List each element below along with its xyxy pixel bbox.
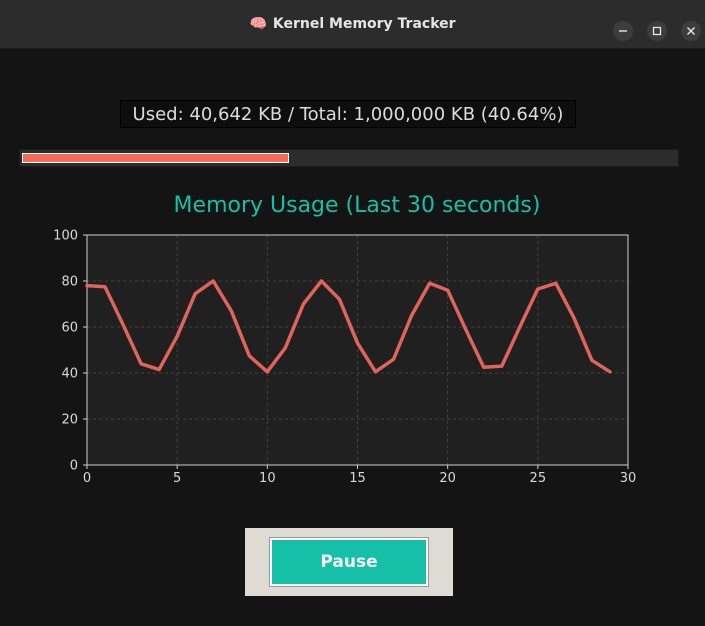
memory-chart: Memory Usage (Last 30 seconds) 0 5 10 15 20 2… [0, 185, 705, 495]
maximize-button[interactable] [647, 21, 667, 41]
x-tick-label: 0 [83, 471, 91, 486]
memory-usage-label: Used: 40,642 KB / Total: 1,000,000 KB (4… [120, 100, 576, 128]
x-tick-label: 10 [259, 471, 276, 486]
memory-chart-svg: Memory Usage (Last 30 seconds) 0 5 10 15 20 2… [53, 193, 636, 486]
y-tick-label: 100 [53, 229, 78, 244]
y-tick-label: 0 [70, 459, 78, 474]
window-title: 🧠 Kernel Memory Tracker [0, 0, 705, 48]
title-bar: 🧠 Kernel Memory Tracker [0, 0, 705, 49]
y-tick-label: 20 [61, 413, 78, 428]
x-axis-ticks: 0 5 10 15 20 25 30 [83, 465, 636, 486]
y-tick-label: 40 [61, 367, 78, 382]
close-button[interactable] [681, 21, 701, 41]
x-tick-label: 15 [349, 471, 366, 486]
close-icon [687, 27, 695, 35]
y-tick-label: 60 [61, 321, 78, 336]
y-axis-ticks: 0 20 40 60 80 100 [53, 229, 87, 474]
minimize-button[interactable] [613, 21, 633, 41]
x-tick-label: 5 [173, 471, 181, 486]
chart-title: Memory Usage (Last 30 seconds) [174, 193, 541, 218]
maximize-icon [652, 26, 662, 36]
x-tick-label: 20 [439, 471, 456, 486]
memory-progress-bar [19, 149, 679, 167]
pause-button[interactable]: Pause [269, 537, 429, 587]
brain-icon: 🧠 [249, 16, 267, 32]
minimize-icon [619, 30, 627, 32]
memory-progress-fill [22, 153, 289, 163]
window-title-text: Kernel Memory Tracker [272, 16, 456, 32]
y-tick-label: 80 [61, 275, 78, 290]
x-tick-label: 25 [530, 471, 547, 486]
button-panel: Pause [245, 528, 453, 596]
x-tick-label: 30 [620, 471, 637, 486]
